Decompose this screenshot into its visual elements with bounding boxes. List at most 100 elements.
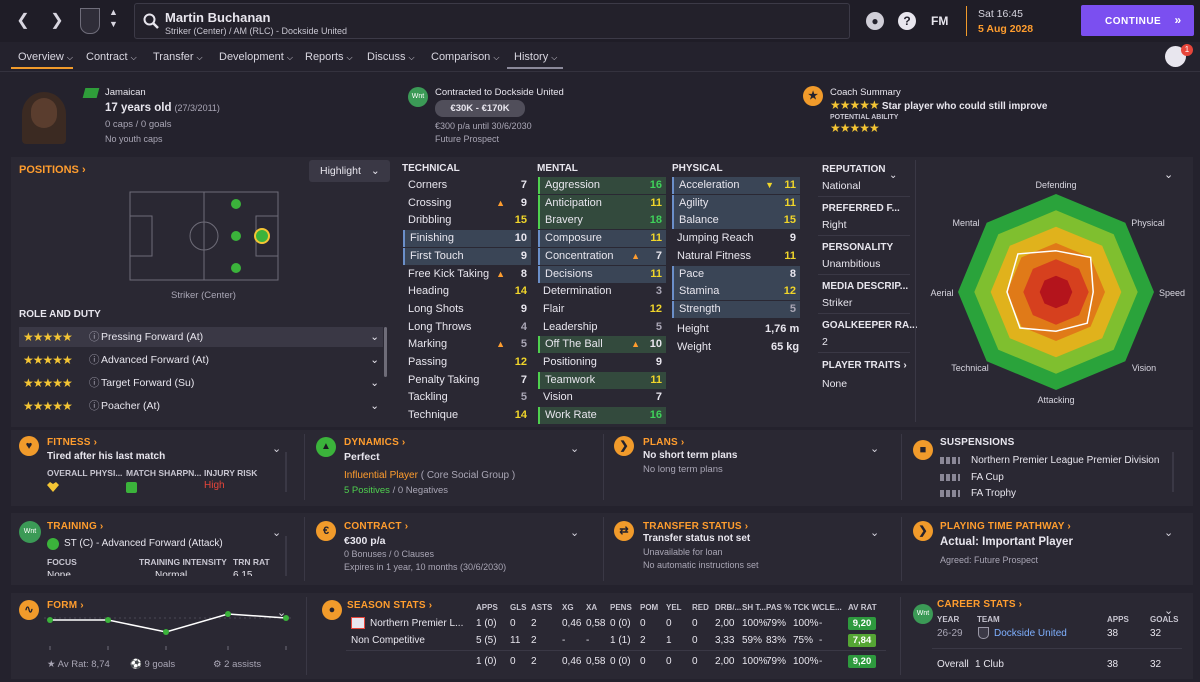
chevron-down-icon[interactable]: ⌄: [370, 350, 379, 370]
plans-title[interactable]: PLANS ›: [643, 437, 684, 448]
attribute-row[interactable]: Penalty Taking 7: [403, 372, 531, 389]
attribute-row[interactable]: Pace 8: [672, 265, 800, 283]
form-point[interactable]: [47, 617, 53, 623]
attribute-row[interactable]: Aggression 16: [538, 177, 666, 194]
stats-column-header[interactable]: RED: [692, 603, 709, 612]
attribute-row[interactable]: Stamina 12: [672, 283, 800, 301]
continue-button[interactable]: CONTINUE »: [1081, 5, 1194, 36]
attribute-row[interactable]: Composure 11: [538, 230, 666, 248]
tab-contract[interactable]: Contract ⌵: [86, 51, 137, 63]
chevron-down-icon[interactable]: ⌄: [370, 396, 379, 416]
value-range-pill[interactable]: €30K - €170K: [435, 100, 525, 117]
season-stats-title[interactable]: SEASON STATS ›: [347, 600, 432, 611]
attribute-row[interactable]: Heading 14: [403, 283, 531, 300]
attribute-row[interactable]: Free Kick Taking ▲ 8: [403, 266, 531, 283]
chevron-down-icon[interactable]: ⌄: [370, 373, 379, 393]
player-switch-icon[interactable]: ▲ ▼: [109, 6, 118, 30]
stats-column-header[interactable]: GLS: [510, 603, 526, 612]
attribute-row[interactable]: Vision 7: [538, 389, 666, 406]
stats-column-header[interactable]: TCK W: [793, 603, 819, 612]
competition-name[interactable]: Non Competitive: [351, 635, 425, 646]
tab-comparison[interactable]: Comparison ⌵: [431, 51, 499, 63]
attribute-row[interactable]: Flair 12: [538, 301, 666, 318]
role-row[interactable]: ★★★★★ ⓘ Advanced Forward (At) ⌄: [19, 350, 383, 370]
attribute-row[interactable]: Balance 15: [672, 212, 800, 230]
attribute-row[interactable]: Teamwork 11: [538, 371, 666, 389]
chevron-down-icon[interactable]: ⌄: [570, 442, 579, 455]
skull-icon[interactable]: ●: [866, 12, 884, 30]
form-point[interactable]: [105, 617, 111, 623]
attribute-row[interactable]: Off The Ball ▲ 10: [538, 336, 666, 354]
roles-scrollbar[interactable]: [384, 327, 387, 377]
attribute-row[interactable]: Passing 12: [403, 354, 531, 371]
form-point[interactable]: [163, 629, 169, 635]
stats-column-header[interactable]: AV RAT: [848, 603, 877, 612]
attribute-row[interactable]: Bravery 18: [538, 212, 666, 230]
highlight-dropdown[interactable]: Highlight ⌄: [309, 160, 390, 182]
stats-column-header[interactable]: PAS %: [766, 603, 791, 612]
forward-arrow-icon[interactable]: ❯: [42, 6, 72, 36]
attribute-row[interactable]: Strength 5: [672, 300, 800, 318]
form-point[interactable]: [283, 615, 289, 621]
chevron-down-icon[interactable]: ⌄: [1164, 526, 1173, 539]
chevron-down-icon[interactable]: ⌄: [272, 442, 281, 455]
competition-name[interactable]: Northern Premier L...: [370, 618, 463, 629]
attribute-row[interactable]: Positioning 9: [538, 354, 666, 371]
scrollbar[interactable]: [1172, 452, 1174, 492]
attribute-row[interactable]: Decisions 11: [538, 265, 666, 283]
info-icon[interactable]: ⓘ: [89, 396, 100, 416]
career-team[interactable]: Dockside United: [994, 628, 1067, 639]
chevron-down-icon[interactable]: ⌄: [889, 170, 897, 181]
attribute-row[interactable]: Leadership 5: [538, 319, 666, 336]
attribute-row[interactable]: Jumping Reach 9: [672, 230, 800, 247]
scrollbar[interactable]: [285, 536, 287, 576]
pathway-title[interactable]: PLAYING TIME PATHWAY ›: [940, 521, 1071, 532]
chevron-down-icon[interactable]: ⌄: [870, 442, 879, 455]
stats-column-header[interactable]: YEL: [666, 603, 682, 612]
chevron-down-icon[interactable]: ⌄: [272, 526, 281, 539]
help-icon[interactable]: ?: [898, 12, 916, 30]
attribute-row[interactable]: Acceleration ▼ 11: [672, 177, 800, 194]
player-header-box[interactable]: Martin Buchanan Striker (Center) / AM (R…: [134, 3, 850, 39]
contract-card-title[interactable]: CONTRACT ›: [344, 521, 408, 532]
attribute-row[interactable]: Marking ▲ 5: [403, 336, 531, 353]
attribute-row[interactable]: Dribbling 15: [403, 212, 531, 229]
positions-title[interactable]: POSITIONS ›: [19, 164, 86, 176]
info-icon[interactable]: ⓘ: [89, 350, 100, 370]
career-stats-title[interactable]: CAREER STATS ›: [937, 599, 1022, 610]
role-row[interactable]: ★★★★★ ⓘ Target Forward (Su) ⌄: [19, 373, 383, 393]
chevron-down-icon[interactable]: ⌄: [370, 327, 379, 347]
back-arrow-icon[interactable]: ❮: [8, 6, 38, 36]
stats-column-header[interactable]: CLE...: [819, 603, 842, 612]
stats-column-header[interactable]: PENS: [610, 603, 632, 612]
tab-discuss[interactable]: Discuss ⌵: [367, 51, 415, 63]
tab-reports[interactable]: Reports ⌵: [305, 51, 353, 63]
attribute-row[interactable]: First Touch 9: [403, 247, 531, 265]
tab-overview[interactable]: Overview ⌵: [18, 51, 73, 63]
attribute-row[interactable]: Tackling 5: [403, 389, 531, 406]
chevron-down-icon[interactable]: ⌄: [1164, 168, 1173, 181]
club-crest-icon[interactable]: [80, 8, 100, 34]
reputation-label[interactable]: REPUTATION: [822, 164, 886, 175]
attribute-row[interactable]: Work Rate 16: [538, 407, 666, 425]
attribute-row[interactable]: Finishing 10: [403, 230, 531, 248]
attribute-row[interactable]: Determination 3: [538, 283, 666, 300]
training-title[interactable]: TRAINING ›: [47, 521, 103, 532]
traits-label[interactable]: PLAYER TRAITS ›: [822, 360, 907, 371]
attribute-row[interactable]: Long Shots 9: [403, 301, 531, 318]
dynamics-title[interactable]: DYNAMICS ›: [344, 437, 405, 448]
info-icon[interactable]: ⓘ: [89, 327, 100, 347]
transfer-status-title[interactable]: TRANSFER STATUS ›: [643, 521, 748, 532]
tab-history[interactable]: History ⌵: [514, 51, 557, 63]
stats-column-header[interactable]: POM: [640, 603, 658, 612]
form-point[interactable]: [225, 611, 231, 617]
attribute-row[interactable]: Crossing ▲ 9: [403, 195, 531, 212]
stats-column-header[interactable]: XG: [562, 603, 574, 612]
stats-column-header[interactable]: DRB/...: [715, 603, 741, 612]
attribute-row[interactable]: Corners 7: [403, 177, 531, 194]
role-row[interactable]: ★★★★★ ⓘ Pressing Forward (At) ⌄: [19, 327, 383, 347]
attribute-row[interactable]: Concentration ▲ 7: [538, 247, 666, 265]
stats-column-header[interactable]: SH T...: [742, 603, 766, 612]
chevron-down-icon[interactable]: ⌄: [870, 526, 879, 539]
attribute-row[interactable]: Long Throws 4: [403, 319, 531, 336]
